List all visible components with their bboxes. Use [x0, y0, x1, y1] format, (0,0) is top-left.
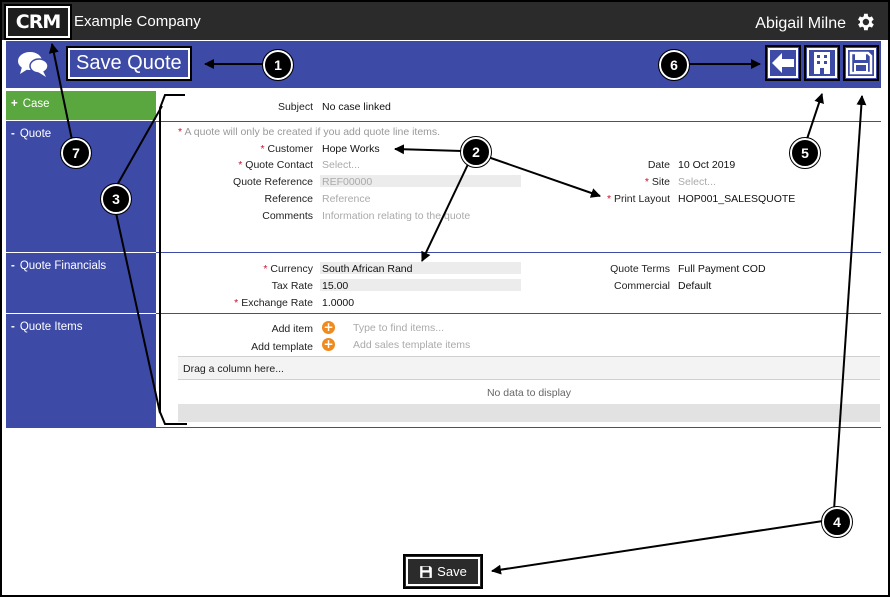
quote-terms-select[interactable]: Full Payment COD: [678, 263, 766, 275]
print-layout-label: * Print Layout: [606, 193, 670, 205]
save-button[interactable]: Save: [403, 554, 483, 589]
section-financials-label: Quote Financials: [19, 260, 107, 272]
section-items-label: Quote Items: [19, 321, 83, 333]
date-field[interactable]: 10 Oct 2019: [678, 159, 735, 171]
grid-footer: [178, 404, 880, 422]
callout-6: 6: [658, 49, 690, 81]
commercial-label: Commercial: [613, 280, 670, 292]
divider: [156, 313, 881, 314]
callout-4: 4: [821, 506, 853, 538]
reference-input[interactable]: Reference: [322, 193, 370, 205]
crm-logo[interactable]: CRM: [4, 4, 72, 40]
callout-3: 3: [100, 183, 132, 215]
divider: [156, 252, 881, 253]
expand-icon: +: [11, 98, 18, 110]
callout-7: 7: [60, 137, 92, 169]
quote-contact-label: * Quote Contact: [238, 159, 313, 171]
customer-field[interactable]: Hope Works: [322, 143, 380, 155]
gear-icon[interactable]: [854, 11, 876, 33]
chat-bubbles-icon: [18, 52, 49, 77]
currency-label: * Currency: [263, 263, 313, 275]
tax-rate-value: 15.00: [322, 280, 349, 292]
add-item-label: Add item: [271, 323, 313, 335]
arrow-left-icon: [772, 53, 794, 73]
top-bar: CRM Example Company Abigail Milne: [2, 2, 888, 40]
callout-1: 1: [262, 49, 294, 81]
add-item-plus-icon[interactable]: +: [322, 321, 335, 334]
quote-contact-select[interactable]: Select...: [322, 159, 360, 171]
exchange-rate-label: * Exchange Rate: [234, 297, 313, 309]
print-layout-select[interactable]: HOP001_SALESQUOTE: [678, 193, 795, 205]
section-case-label: Case: [22, 98, 50, 110]
customer-label: * Customer: [260, 143, 313, 155]
subject-label: Subject: [277, 101, 313, 113]
add-template-label: Add template: [251, 341, 313, 353]
quote-terms-label: Quote Terms: [610, 263, 670, 275]
back-button[interactable]: [765, 45, 801, 81]
comments-label: Comments: [262, 210, 313, 222]
company-name: Example Company: [74, 13, 201, 30]
quote-reference-label: Quote Reference: [233, 176, 313, 188]
collapse-icon: -: [11, 260, 15, 272]
section-case[interactable]: + Case: [6, 91, 156, 120]
add-template-input[interactable]: Add sales template items: [353, 339, 470, 351]
tax-rate-label: Tax Rate: [271, 280, 313, 292]
reference-label: Reference: [264, 193, 313, 205]
divider: [156, 121, 881, 122]
tax-rate-field-bg: [320, 279, 521, 291]
commercial-select[interactable]: Default: [678, 280, 711, 292]
section-quote-items[interactable]: - Quote Items: [6, 314, 156, 428]
divider: [156, 427, 881, 428]
grid-empty-message: No data to display: [486, 387, 572, 399]
title-bar: Save Quote: [6, 41, 881, 88]
add-template-plus-icon[interactable]: +: [322, 338, 335, 351]
floppy-disk-icon: [420, 565, 433, 578]
site-label: * Site: [644, 176, 670, 188]
currency-field[interactable]: South African Rand: [322, 263, 412, 275]
page-title: Save Quote: [66, 46, 192, 81]
building-icon: [814, 52, 830, 74]
add-item-input[interactable]: Type to find items...: [353, 322, 444, 334]
section-quote-label: Quote: [19, 128, 52, 140]
collapse-icon: -: [11, 128, 15, 140]
date-label: Date: [647, 159, 670, 171]
quote-notice: * A quote will only be created if you ad…: [178, 126, 441, 138]
save-button-label: Save: [437, 564, 467, 579]
section-quote-financials[interactable]: - Quote Financials: [6, 253, 156, 313]
grid-group-panel[interactable]: Drag a column here...: [178, 356, 880, 380]
exchange-rate-input[interactable]: 1.0000: [322, 297, 354, 309]
user-name[interactable]: Abigail Milne: [755, 15, 846, 33]
company-button[interactable]: [804, 45, 840, 81]
subject-value: No case linked: [322, 101, 391, 113]
collapse-icon: -: [11, 321, 15, 333]
floppy-disk-icon: [849, 51, 873, 75]
quote-reference-value: REF00000: [322, 176, 373, 188]
site-select[interactable]: Select...: [678, 176, 716, 188]
comments-input[interactable]: Information relating to the quote: [322, 210, 470, 222]
callout-5: 5: [789, 137, 821, 169]
callout-2: 2: [460, 136, 492, 168]
save-icon-button[interactable]: [843, 45, 879, 81]
